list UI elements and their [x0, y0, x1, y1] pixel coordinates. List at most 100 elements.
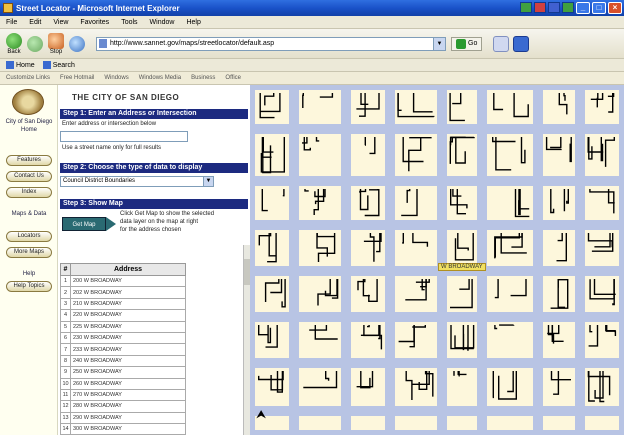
- data-type-select[interactable]: Council District Boundaries ▼: [60, 176, 214, 187]
- step1-header: Step 1: Enter an Address or Intersection: [60, 109, 248, 119]
- menu-tools[interactable]: Tools: [121, 19, 137, 26]
- link-home[interactable]: Home: [6, 61, 35, 69]
- row-address-link[interactable]: 225 W BROADWAY: [70, 320, 186, 333]
- link-item[interactable]: Office: [225, 75, 241, 81]
- row-number: 13: [60, 411, 71, 425]
- menu-file[interactable]: File: [6, 19, 17, 26]
- row-address-link[interactable]: 260 W BROADWAY: [70, 377, 186, 390]
- tray-icon[interactable]: [534, 2, 546, 13]
- tray-icon[interactable]: [562, 2, 574, 13]
- media-icon[interactable]: [513, 35, 530, 52]
- city-seal-logo[interactable]: [12, 89, 44, 115]
- maximize-icon[interactable]: □: [592, 2, 606, 14]
- table-row[interactable]: 5 225 W BROADWAY: [60, 320, 186, 333]
- tray-icon[interactable]: [520, 2, 532, 13]
- menu-edit[interactable]: Edit: [29, 19, 41, 26]
- map-building-outline: [369, 189, 379, 191]
- back-button[interactable]: Back: [6, 32, 22, 55]
- table-row[interactable]: 4 220 W BROADWAY: [60, 309, 186, 322]
- map-street-vertical: [437, 85, 447, 435]
- forward-button[interactable]: [27, 35, 43, 52]
- nav-help-button[interactable]: Help Topics: [6, 281, 52, 292]
- step2-header: Step 2: Choose the type of data to displ…: [60, 163, 248, 173]
- row-address-link[interactable]: 240 W BROADWAY: [70, 354, 186, 368]
- chevron-down-icon[interactable]: ▼: [203, 177, 213, 186]
- stop-button[interactable]: Stop: [48, 32, 64, 55]
- col-number-header: #: [60, 263, 71, 276]
- row-address-link[interactable]: 233 W BROADWAY: [70, 343, 186, 356]
- table-row[interactable]: 14 300 W BROADWAY: [60, 423, 186, 435]
- nav-locators-button[interactable]: Locators: [6, 231, 52, 242]
- panel-title: THE CITY OF SAN DIEGO: [72, 93, 180, 102]
- street-map[interactable]: W BROADWAY ⮝: [250, 85, 624, 435]
- page-content: City of San Diego Home Features Contact …: [0, 85, 624, 435]
- links-bar-2: Customize Links Free Hotmail Windows Win…: [0, 72, 624, 85]
- map-street-vertical: [619, 85, 624, 435]
- row-address-link[interactable]: 300 W BROADWAY: [70, 423, 186, 435]
- link-item[interactable]: Windows Media: [139, 75, 181, 81]
- table-row[interactable]: 13 290 W BROADWAY: [60, 411, 186, 425]
- table-row[interactable]: 6 230 W BROADWAY: [60, 331, 186, 345]
- back-arrow-icon: [6, 32, 22, 49]
- row-number: 6: [60, 331, 71, 345]
- row-address-link[interactable]: 290 W BROADWAY: [70, 411, 186, 425]
- link-search[interactable]: Search: [42, 61, 75, 69]
- toolbar-extra: [493, 35, 530, 52]
- data-type-value: Council District Boundaries: [63, 178, 136, 184]
- table-row[interactable]: 9 250 W BROADWAY: [60, 366, 186, 379]
- nav-more-maps-button[interactable]: More Maps: [6, 247, 52, 258]
- table-header-row: # Address: [60, 263, 186, 276]
- refresh-button[interactable]: [69, 35, 85, 52]
- address-dropdown-icon[interactable]: ▼: [433, 37, 445, 50]
- get-map-button[interactable]: Get Map: [62, 217, 106, 231]
- row-address-link[interactable]: 230 W BROADWAY: [70, 331, 186, 345]
- table-row[interactable]: 10 260 W BROADWAY: [60, 377, 186, 390]
- table-row[interactable]: 11 270 W BROADWAY: [60, 388, 186, 402]
- address-bar[interactable]: http://www.sannet.gov/maps/streetlocator…: [96, 36, 446, 51]
- table-row[interactable]: 7 233 W BROADWAY: [60, 343, 186, 356]
- nav-caption-maps: Maps & Data: [11, 211, 47, 217]
- menu-help[interactable]: Help: [186, 19, 200, 26]
- map-street-horizontal: [250, 406, 624, 416]
- nav-contact-button[interactable]: Contact Us: [6, 171, 52, 182]
- table-row[interactable]: 3 210 W BROADWAY: [60, 297, 186, 311]
- stop-label: Stop: [49, 48, 63, 55]
- map-canvas[interactable]: [250, 85, 624, 435]
- panel-scrollbar[interactable]: [243, 245, 250, 435]
- link-item[interactable]: Customize Links: [6, 75, 50, 81]
- link-item[interactable]: Free Hotmail: [60, 75, 94, 81]
- go-button[interactable]: Go: [451, 36, 483, 51]
- address-input[interactable]: [60, 131, 188, 142]
- link-item[interactable]: Business: [191, 75, 215, 81]
- ie-app-icon: [3, 3, 13, 13]
- link-home-label: Home: [16, 61, 35, 69]
- row-address-link[interactable]: 280 W BROADWAY: [70, 400, 186, 413]
- row-address-link[interactable]: 220 W BROADWAY: [70, 309, 186, 322]
- menu-favorites[interactable]: Favorites: [80, 19, 109, 26]
- menu-window[interactable]: Window: [150, 19, 175, 26]
- row-address-link[interactable]: 202 W BROADWAY: [70, 286, 186, 299]
- close-icon[interactable]: ×: [608, 2, 622, 14]
- links-icon[interactable]: [493, 35, 510, 52]
- row-address-link[interactable]: 210 W BROADWAY: [70, 297, 186, 311]
- row-address-link[interactable]: 200 W BROADWAY: [70, 274, 186, 288]
- row-address-link[interactable]: 250 W BROADWAY: [70, 366, 186, 379]
- row-address-link[interactable]: 270 W BROADWAY: [70, 388, 186, 402]
- tray-icon[interactable]: [548, 2, 560, 13]
- table-row[interactable]: 2 202 W BROADWAY: [60, 286, 186, 299]
- menu-view[interactable]: View: [53, 19, 68, 26]
- table-row[interactable]: 8 240 W BROADWAY: [60, 354, 186, 368]
- nav-index-button[interactable]: Index: [6, 187, 52, 198]
- nav-features-button[interactable]: Features: [6, 155, 52, 166]
- address-value: http://www.sannet.gov/maps/streetlocator…: [110, 40, 275, 47]
- minimize-icon[interactable]: _: [576, 2, 590, 14]
- row-number: 1: [60, 274, 71, 288]
- row-number: 7: [60, 343, 71, 356]
- table-row[interactable]: 12 280 W BROADWAY: [60, 400, 186, 413]
- map-street-horizontal: [250, 124, 624, 134]
- map-street-horizontal: [250, 358, 624, 368]
- table-row[interactable]: 1 200 W BROADWAY: [60, 274, 186, 288]
- go-label: Go: [468, 40, 478, 47]
- seal-home-link[interactable]: Home: [2, 127, 56, 133]
- link-item[interactable]: Windows: [104, 75, 128, 81]
